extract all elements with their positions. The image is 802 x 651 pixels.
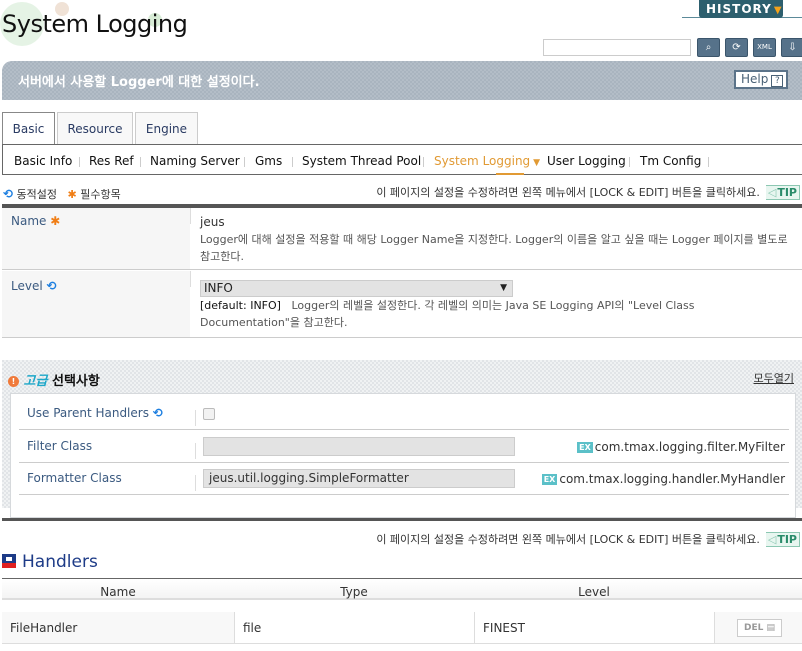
page-title: System Logging [2,10,188,38]
divider [244,157,245,167]
adv-row-filter-class: Filter Class EX com.tmax.logging.filter.M… [19,431,789,463]
subtab-gms[interactable]: Gms [255,154,282,168]
name-description: Logger에 대해 설정을 적용할 때 해당 Logger Name을 지정한… [200,233,788,263]
divider [292,157,293,167]
adv-row-use-parent-handlers: Use Parent Handlers ⟲ [19,398,789,430]
xml-export-icon: XML [757,43,772,51]
table-row[interactable]: FileHandler file FINEST DEL ▤ [2,612,802,644]
advanced-body: Use Parent Handlers ⟲ Filter Class EX com… [10,393,796,518]
divider [195,410,196,426]
subtab-user-logging[interactable]: User Logging [547,154,626,168]
form-row-name: Name ✱ jeus Logger에 대해 설정을 적용할 때 해당 Logg… [2,208,802,270]
export-xml-button[interactable]: XML [753,38,776,57]
example-hint: EX com.tmax.logging.handler.MyHandler [541,472,785,486]
tip-message: 이 페이지의 설정을 수정하려면 왼쪽 메뉴에서 [LOCK & EDIT] 버… [376,184,800,200]
advanced-options-panel: ! 고급 선택사항 모두열기 Use Parent Handlers ⟲ Fil… [2,360,802,518]
open-all-link[interactable]: 모두열기 [754,370,794,386]
subtab-basic-info[interactable]: Basic Info [14,154,72,168]
advanced-title: ! 고급 선택사항 [8,370,100,389]
column-header-type: Type [340,585,368,599]
refresh-button[interactable]: ⟳ [725,38,748,57]
refresh-icon: ⟳ [732,42,741,53]
subtab-tm-config[interactable]: Tm Config [640,154,701,168]
field-label: Level ⟲ [2,271,190,337]
caret-down-icon: ▼ [533,158,541,168]
use-parent-handlers-checkbox[interactable] [203,408,215,420]
handlers-heading: Handlers [2,552,98,572]
tip-badge: TIP [765,185,800,200]
chevron-down-icon: ▼ [773,5,783,16]
question-icon: ? [771,75,784,87]
field-label: Name ✱ [2,208,190,269]
divider [195,475,196,491]
divider [79,157,80,167]
import-button[interactable]: ⇩ [781,38,802,57]
dynamic-setting-icon: ⟲ [152,406,163,420]
subtab-system-thread-pool[interactable]: System Thread Pool [302,154,421,168]
dynamic-setting-icon: ⟲ [46,279,57,293]
divider [190,271,191,287]
divider [190,208,191,224]
example-hint: EX com.tmax.logging.filter.MyFilter [577,440,785,454]
subtab-res-ref[interactable]: Res Ref [89,154,134,168]
example-badge-icon: EX [577,442,593,453]
subtab-naming-server[interactable]: Naming Server [150,154,240,168]
dynamic-setting-icon: ⟲ [3,187,14,201]
legend-dynamic: 동적설정 [16,188,58,201]
formatter-class-input[interactable]: jeus.util.logging.SimpleFormatter [203,469,515,488]
required-icon: ✱ [50,214,61,228]
divider [708,157,709,167]
tip-message: 이 페이지의 설정을 수정하려면 왼쪽 메뉴에서 [LOCK & EDIT] 버… [376,531,800,547]
search-input[interactable] [543,39,691,56]
search-icon: ⌕ [705,42,712,53]
form-row-level: Level ⟲ INFO ▼ [default: INFO] Logger의 레벨… [2,271,802,338]
section-divider [2,518,802,521]
tab-resource[interactable]: Resource [57,112,133,145]
field-label: Formatter Class [27,471,122,485]
filter-class-input[interactable] [203,437,515,456]
handler-name: FileHandler [2,612,235,643]
field-label: Filter Class [27,439,93,453]
divider [423,157,424,167]
handler-level: FINEST [475,612,715,643]
handler-type: file [235,612,475,643]
history-button[interactable]: HISTORY ▼ [699,0,783,18]
legend: ⟲ 동적설정 ✱ 필수항목 [3,186,121,202]
field-label: Use Parent Handlers ⟲ [27,406,163,420]
column-header-name: Name [100,585,136,599]
divider [140,157,141,167]
description-banner: 서버에서 사용할 Logger에 대한 설정이다. [2,61,802,100]
info-bulb-icon: ! [8,376,19,387]
tip-badge: TIP [765,532,800,547]
field-value: INFO ▼ [default: INFO] Logger의 레벨을 설정한다. … [200,280,796,331]
handlers-table-header: Name Type Level [2,578,802,600]
dropdown-arrow-icon: ▼ [500,283,507,293]
tab-engine[interactable]: Engine [135,112,198,145]
search-button[interactable]: ⌕ [697,38,720,57]
trash-icon: ▤ [766,623,775,633]
divider [629,157,630,167]
delete-button[interactable]: DEL ▤ [737,619,782,637]
legend-required: 필수항목 [80,188,121,201]
column-header-level: Level [578,585,610,599]
adv-row-formatter-class: Formatter Class jeus.util.logging.Simple… [19,463,789,495]
divider [195,443,196,459]
field-value: jeus Logger에 대해 설정을 적용할 때 해당 Logger Name… [200,214,796,265]
required-icon: ✱ [67,188,77,201]
subtab-system-logging[interactable]: System Logging ▼ [434,154,541,175]
help-button[interactable]: Help? [734,70,788,89]
default-value: [default: INFO] [200,299,281,312]
sub-tabs: Basic Info Res Ref Naming Server Gms Sys… [2,144,802,175]
example-badge-icon: EX [541,474,558,485]
section-icon [2,554,16,568]
page-description: 서버에서 사용할 Logger에 대한 설정이다. [18,75,260,90]
tab-basic[interactable]: Basic [2,112,55,147]
import-icon: ⇩ [788,42,797,53]
name-value: jeus [200,215,225,229]
level-select[interactable]: INFO ▼ [200,280,513,297]
